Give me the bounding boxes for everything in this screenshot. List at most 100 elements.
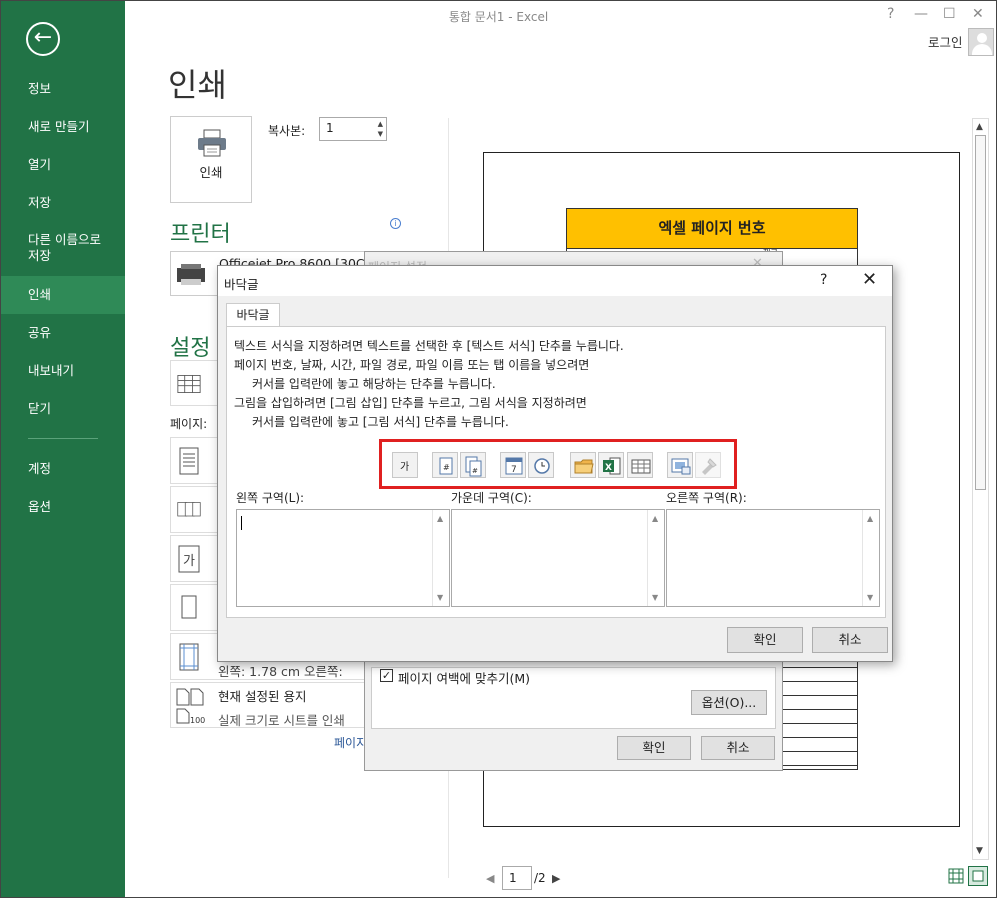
scroll-up-icon[interactable]: ▲ (976, 122, 983, 132)
footer-close-icon[interactable]: ✕ (862, 269, 877, 290)
left-section-scrollbar[interactable]: ▲ ▼ (432, 510, 449, 606)
margins-icon (179, 643, 199, 671)
nav-new[interactable]: 새로 만들기 (0, 119, 125, 135)
svg-text:X: X (605, 463, 612, 473)
footer-ok-button[interactable]: 확인 (727, 627, 803, 653)
instruction-line: 커서를 입력란에 놓고 [그림 서식] 단추를 누릅니다. (252, 415, 509, 429)
page-setup-link[interactable]: 페이지 (334, 734, 367, 751)
nav-open[interactable]: 열기 (0, 157, 125, 173)
insert-file-path-button[interactable] (570, 452, 596, 478)
copies-label: 복사본: (268, 124, 306, 138)
insert-file-path-icon (574, 459, 594, 474)
nav-save[interactable]: 저장 (0, 195, 125, 211)
collated-pages-icon (177, 502, 201, 517)
right-section-label: 오른쪽 구역(R): (666, 491, 747, 505)
left-section-label: 왼쪽 구역(L): (236, 491, 305, 505)
page-lines-icon (179, 447, 199, 475)
portrait-text-icon: 가 (178, 545, 200, 573)
back-arrow-icon[interactable]: ← (26, 22, 60, 56)
info-icon[interactable]: i (390, 218, 401, 229)
printer-heading: 프린터 (170, 222, 231, 247)
insert-time-icon (534, 458, 550, 474)
show-margins-icon[interactable] (948, 868, 964, 884)
format-picture-button[interactable] (695, 452, 721, 478)
copies-spinner[interactable]: 1 ▲ ▼ (319, 117, 387, 141)
pages-label: 페이지: (170, 417, 208, 431)
fit-margins-label: 페이지 여백에 맞추기(M) (398, 671, 530, 686)
insert-file-name-icon: X (603, 457, 621, 475)
sheet-grid-icon (177, 375, 201, 393)
scaling-icon: 100 (176, 688, 205, 725)
scrollbar-thumb[interactable] (975, 135, 986, 490)
instruction-line: 페이지 번호, 날짜, 시간, 파일 경로, 파일 이름 또는 탭 이름을 넣으… (234, 358, 590, 372)
nav-share[interactable]: 공유 (0, 325, 125, 341)
next-page-icon[interactable]: ▶ (552, 872, 560, 885)
page-number-input[interactable]: 1 (502, 866, 532, 890)
blank-page-icon (181, 595, 197, 619)
text-caret (241, 516, 242, 530)
format-text-button[interactable]: 가 (392, 452, 418, 478)
right-section-input[interactable]: ▲ ▼ (666, 509, 880, 607)
nav-close[interactable]: 닫기 (0, 401, 125, 417)
avatar-icon[interactable] (968, 28, 994, 56)
nav-info[interactable]: 정보 (0, 81, 125, 97)
insert-picture-button[interactable] (667, 452, 693, 478)
maximize-button[interactable]: ☐ (943, 6, 956, 22)
footer-help-button[interactable]: ? (820, 272, 827, 288)
nav-save-as[interactable]: 다른 이름으로 저장 (0, 232, 110, 264)
footer-dialog: 바닥글 ? ✕ 바닥글 텍스트 서식을 지정하려면 텍스트를 선택한 후 [텍스… (217, 265, 893, 662)
zoom-to-page-icon[interactable] (968, 866, 988, 886)
insert-picture-icon (671, 458, 691, 475)
page-setup-cancel-button[interactable]: 취소 (701, 736, 775, 760)
preview-table-title: 엑셀 페이지 번호 (567, 209, 857, 248)
page-setup-ok-button[interactable]: 확인 (617, 736, 691, 760)
margins-summary: 왼쪽: 1.78 cm 오른쪽: (218, 664, 343, 679)
format-picture-icon (702, 458, 717, 475)
scaling-title: 현재 설정된 용지 (218, 689, 307, 704)
print-button[interactable]: 인쇄 (170, 116, 252, 203)
tab-footer[interactable]: 바닥글 (226, 303, 280, 327)
spin-down-icon[interactable]: ▼ (378, 130, 383, 138)
spin-up-icon[interactable]: ▲ (378, 120, 383, 128)
insert-page-number-button[interactable]: # (432, 452, 458, 478)
options-button[interactable]: 옵션(O)... (691, 690, 767, 715)
svg-text:7: 7 (511, 465, 517, 475)
right-section-scrollbar[interactable]: ▲ ▼ (862, 510, 879, 606)
center-section-scrollbar[interactable]: ▲ ▼ (647, 510, 664, 606)
nav-divider (28, 438, 98, 439)
login-link[interactable]: 로그인 (928, 32, 963, 51)
insert-time-button[interactable] (528, 452, 554, 478)
fit-margins-checkbox[interactable]: ✓ (380, 669, 393, 682)
prev-page-icon[interactable]: ◀ (486, 872, 494, 885)
help-button[interactable]: ? (887, 6, 894, 22)
center-section-label: 가운데 구역(C): (451, 491, 532, 505)
insert-sheet-name-button[interactable] (627, 452, 653, 478)
center-section-input[interactable]: ▲ ▼ (451, 509, 665, 607)
insert-date-icon: 7 (505, 457, 523, 475)
insert-file-name-button[interactable]: X (598, 452, 624, 478)
printer-icon (198, 129, 226, 157)
insert-date-button[interactable]: 7 (500, 452, 526, 478)
page-title: 인쇄 (168, 66, 227, 104)
nav-print[interactable]: 인쇄 (0, 276, 125, 314)
instruction-line: 텍스트 서식을 지정하려면 텍스트를 선택한 후 [텍스트 서식] 단추를 누릅… (234, 339, 624, 353)
printer-device-icon (177, 264, 205, 285)
scroll-down-icon[interactable]: ▼ (976, 846, 983, 856)
copies-value: 1 (326, 121, 334, 135)
svg-text:가: 가 (183, 554, 195, 569)
scaling-description: 실제 크기로 시트를 인쇄 (218, 713, 345, 728)
svg-text:#: # (472, 467, 478, 475)
insert-page-count-icon: # (465, 456, 482, 477)
close-window-button[interactable]: ✕ (972, 6, 984, 22)
nav-export[interactable]: 내보내기 (0, 363, 125, 379)
page-total: /2 (534, 871, 546, 885)
left-section-input[interactable]: ▲ ▼ (236, 509, 450, 607)
insert-sheet-name-icon (631, 459, 651, 474)
minimize-button[interactable]: — (914, 6, 928, 22)
footer-cancel-button[interactable]: 취소 (812, 627, 888, 653)
nav-account[interactable]: 계정 (0, 461, 125, 477)
nav-options[interactable]: 옵션 (0, 499, 125, 515)
instruction-line: 커서를 입력란에 놓고 해당하는 단추를 누릅니다. (252, 377, 496, 391)
insert-page-count-button[interactable]: # (460, 452, 486, 478)
print-button-label: 인쇄 (199, 165, 223, 180)
